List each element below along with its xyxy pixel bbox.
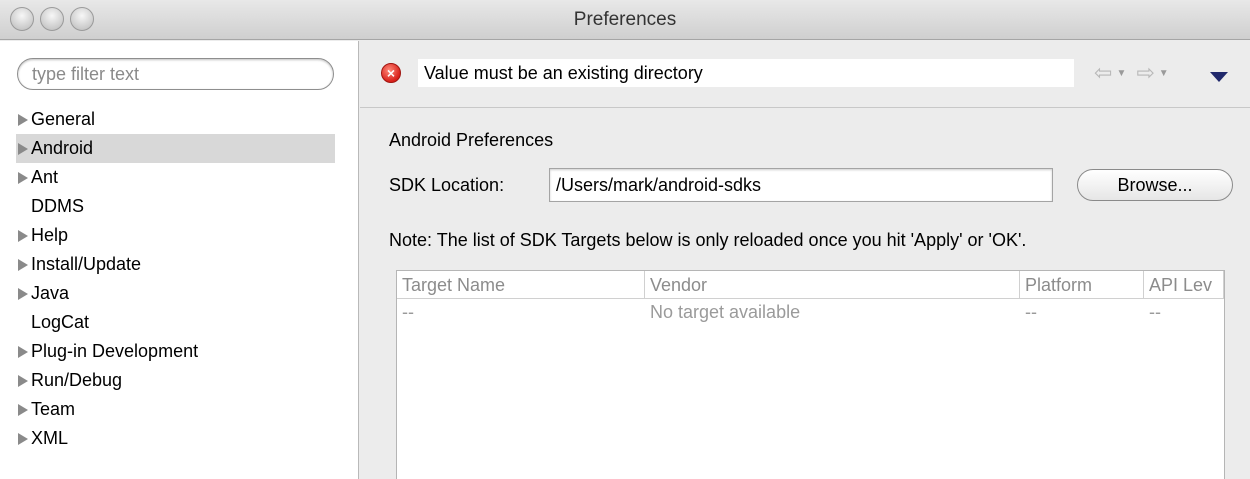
tree-item-label: Install/Update [31,254,142,274]
tree-item-label: General [31,109,96,129]
preferences-tree: General Android Ant DDMS Help Install/Up… [16,105,335,453]
error-message: Value must be an existing directory [418,59,1074,87]
expand-arrow-icon[interactable] [18,229,28,242]
expand-arrow-icon[interactable] [18,171,28,184]
sdk-location-input[interactable] [549,168,1053,202]
tree-item-ant[interactable]: Ant [16,163,335,192]
column-header-target-name[interactable]: Target Name [397,271,645,299]
tree-item-run-debug[interactable]: Run/Debug [16,366,335,395]
message-bar: × Value must be an existing directory ⇦ ▼… [360,41,1250,107]
expand-arrow-icon[interactable] [18,287,28,300]
tree-item-team[interactable]: Team [16,395,335,424]
tree-item-plugin-development[interactable]: Plug-in Development [16,337,335,366]
expand-arrow-icon[interactable] [18,432,28,445]
page-title: Android Preferences [389,130,554,150]
window-title: Preferences [573,9,677,30]
tree-item-label: Run/Debug [31,370,123,390]
tree-item-label: Java [31,283,70,303]
column-header-platform[interactable]: Platform [1020,271,1144,299]
tree-item-label: DDMS [31,196,84,216]
tree-item-help[interactable]: Help [16,221,335,250]
title-bar: Preferences [0,0,1250,40]
tree-item-java[interactable]: Java [16,279,335,308]
tree-item-xml[interactable]: XML [16,424,335,453]
cell-target-name: -- [402,302,414,322]
expand-arrow-icon[interactable] [18,258,28,271]
tree-item-logcat[interactable]: LogCat [16,308,335,337]
tree-item-label: Android [31,138,94,158]
expand-arrow-icon[interactable] [18,374,28,387]
tree-item-label: Team [31,399,76,419]
filter-input[interactable] [17,58,334,90]
back-dropdown-icon[interactable]: ▼ [1116,68,1126,79]
column-header-api-level[interactable]: API Lev [1144,271,1224,299]
back-arrow-icon[interactable]: ⇦ [1094,60,1112,86]
tree-item-ddms[interactable]: DDMS [16,192,335,221]
expand-arrow-icon[interactable] [18,113,28,126]
browse-button[interactable]: Browse... [1077,169,1233,201]
history-nav: ⇦ ▼ ⇨ ▼ [1094,59,1175,87]
tree-item-label: LogCat [31,312,90,332]
tree-item-label: Ant [31,167,59,187]
table-header: Target Name Vendor Platform API Lev [397,271,1224,299]
column-header-vendor[interactable]: Vendor [645,271,1020,299]
forward-arrow-icon[interactable]: ⇨ [1136,60,1154,86]
tree-item-label: Plug-in Development [31,341,199,361]
tree-item-general[interactable]: General [16,105,335,134]
forward-dropdown-icon[interactable]: ▼ [1159,68,1169,79]
sdk-targets-table[interactable]: Target Name Vendor Platform API Lev -- N… [396,270,1225,479]
divider [360,107,1250,108]
sdk-location-label: SDK Location: [389,175,505,195]
expand-arrow-icon[interactable] [18,403,28,416]
tree-item-android[interactable]: Android [16,134,335,163]
cell-platform: -- [1025,302,1037,322]
preferences-sidebar: General Android Ant DDMS Help Install/Up… [0,41,359,479]
expand-arrow-icon[interactable] [18,345,28,358]
tree-item-label: XML [31,428,69,448]
preference-page: × Value must be an existing directory ⇦ ▼… [360,41,1250,479]
cell-vendor: No target available [650,302,801,322]
tree-item-install-update[interactable]: Install/Update [16,250,335,279]
tree-item-label: Help [31,225,69,245]
expand-arrow-icon[interactable] [18,142,28,155]
error-icon: × [381,63,401,83]
reload-note: Note: The list of SDK Targets below is o… [389,230,1027,250]
view-menu-icon[interactable] [1210,72,1228,82]
table-row[interactable]: -- No target available -- -- [397,299,1224,325]
cell-api-level: -- [1149,302,1161,322]
